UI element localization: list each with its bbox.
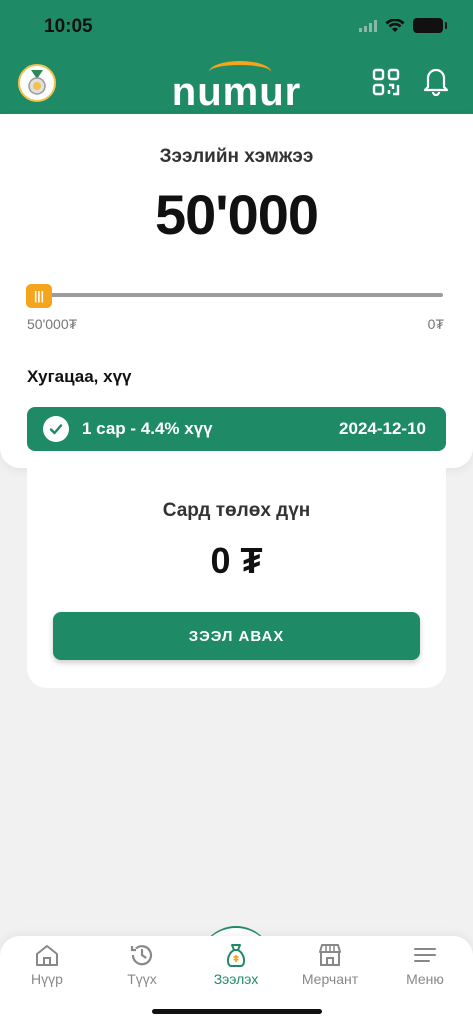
home-indicator: [152, 1009, 322, 1014]
tab-menu[interactable]: Меню: [378, 936, 472, 996]
tab-loan[interactable]: Зээлэх: [189, 936, 283, 996]
money-bag-icon: [226, 944, 246, 967]
monthly-payment-value: 0 ₮: [210, 540, 263, 581]
store-icon: [319, 944, 341, 966]
history-icon: [130, 945, 153, 966]
wifi-icon: [385, 18, 405, 32]
tab-home-label: Нүүр: [31, 971, 63, 987]
take-loan-button[interactable]: ЗЭЭЛ АВАХ: [53, 612, 420, 660]
loan-amount-card: Зээлийн хэмжээ 50'000 ||| 50'000₮ 0₮ Хуг…: [0, 114, 473, 468]
menu-icon: [414, 948, 436, 962]
check-icon: [43, 416, 69, 442]
bell-icon[interactable]: [422, 66, 450, 96]
signal-icon: [359, 19, 377, 32]
term-option-date: 2024-12-10: [339, 419, 426, 438]
battery-icon: [413, 18, 447, 33]
tab-loan-label: Зээлэх: [213, 971, 259, 987]
term-option-label: 1 сар - 4.4% хүү: [82, 419, 213, 438]
amount-slider-thumb[interactable]: |||: [26, 284, 52, 308]
tab-merchant[interactable]: Мерчант: [283, 936, 377, 996]
status-icons: [359, 18, 447, 33]
slider-max-label: 0₮: [427, 316, 444, 332]
tab-merchant-label: Мерчант: [301, 971, 359, 987]
app-logo: numur: [171, 70, 302, 114]
monthly-payment-card: Сард төлөх дүн 0 ₮ ЗЭЭЛ АВАХ: [27, 468, 446, 688]
home-icon: [36, 945, 58, 966]
tab-history-label: Түүх: [127, 971, 157, 987]
slider-min-label: 50'000₮: [27, 316, 78, 332]
term-label: Хугацаа, хүү: [27, 367, 132, 386]
tab-home[interactable]: Нүүр: [0, 936, 94, 996]
term-option-selected[interactable]: 1 сар - 4.4% хүү 2024-12-10: [27, 407, 446, 451]
app-header: 10:05 numur: [0, 0, 473, 114]
monthly-payment-title: Сард төлөх дүн: [162, 500, 311, 521]
qr-scan-icon[interactable]: [372, 68, 400, 96]
loan-amount: 50'000: [154, 183, 319, 246]
status-time: 10:05: [44, 16, 93, 37]
tab-history[interactable]: Түүх: [95, 936, 189, 996]
amount-slider-track[interactable]: [28, 293, 443, 297]
tab-menu-label: Меню: [406, 971, 444, 987]
amount-title: Зээлийн хэмжээ: [159, 146, 314, 167]
